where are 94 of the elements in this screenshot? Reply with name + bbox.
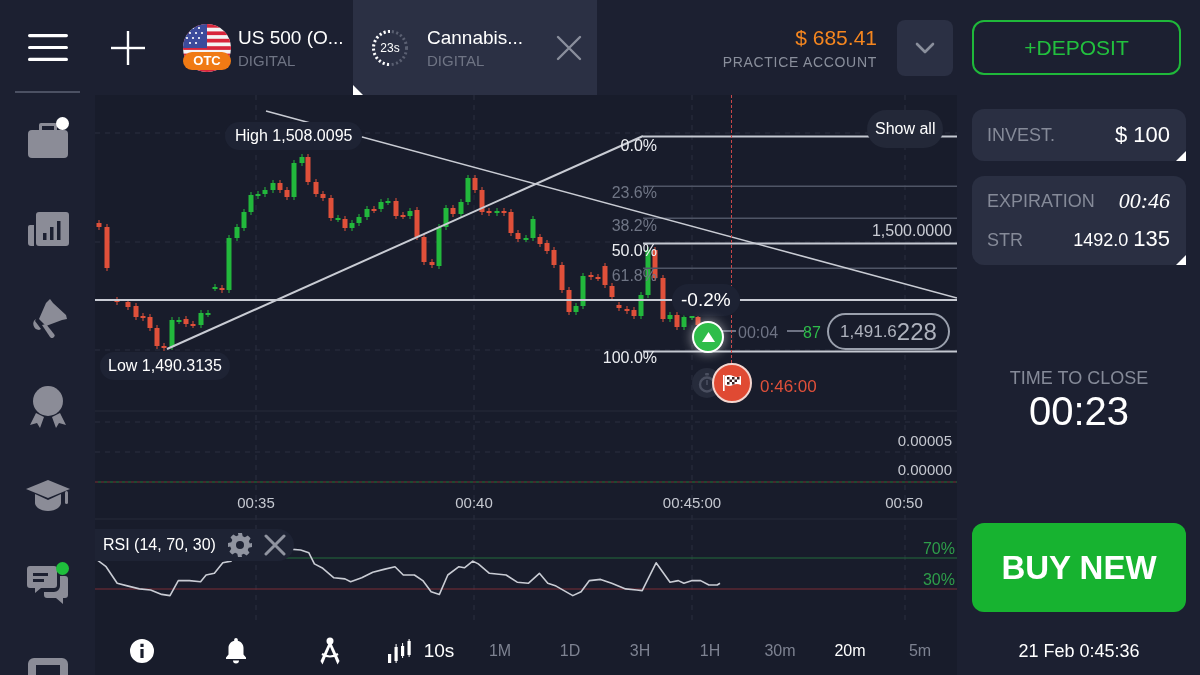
falling-candle [371, 206, 377, 213]
rising-candle [299, 154, 305, 166]
falling-candle [305, 154, 311, 185]
expiration-time: 00:46 [1118, 189, 1170, 213]
fibonacci-level-label: 38.2% [611, 216, 657, 236]
close-icon [556, 34, 582, 61]
falling-candle [328, 195, 334, 221]
timer-ring-icon [372, 29, 408, 66]
rising-candle [212, 284, 218, 291]
falling-candle [660, 275, 666, 322]
falling-candle [342, 216, 348, 231]
price-change-label: -0.2% [672, 284, 740, 316]
invest-card[interactable]: INVEST. $ 100 [972, 109, 1186, 161]
strike-label: STR [987, 228, 1023, 252]
time-to-close-value: 00:23 [1027, 389, 1131, 433]
rising-candle [667, 312, 673, 322]
falling-candle [450, 205, 456, 217]
rising-candle [291, 160, 297, 200]
asset-tab[interactable]: 23s Cannabis... DIGITAL [353, 0, 597, 95]
indicator-label: RSI (14, 70, 30) [103, 535, 216, 555]
fibonacci-level-label: 100.0% [602, 348, 657, 368]
falling-candle [96, 220, 102, 230]
briefcase-icon [27, 121, 68, 158]
falling-candle [674, 312, 680, 330]
drafting-compass-icon[interactable] [318, 637, 342, 665]
corner-triangle-icon [353, 85, 363, 95]
account-balance: $ 685.41 [795, 24, 877, 51]
expiration-card[interactable]: EXPIRATION 00:46 STR 1492.0 135 [972, 176, 1186, 265]
fibonacci-level-label: 23.6% [611, 183, 657, 203]
show-all-button[interactable]: Show all [867, 110, 944, 148]
countdown-leader-line [721, 330, 736, 332]
expiration-label: EXPIRATION [987, 190, 1095, 213]
countdown-leader-line [787, 330, 804, 332]
period-tab[interactable]: 5m [885, 640, 955, 662]
checkered-flag-marker-icon [712, 363, 752, 403]
fibonacci-level-label: 0.0% [620, 136, 657, 156]
expiry-time-text: 0:46:00 [760, 377, 817, 397]
account-type-label: PRACTICE ACCOUNT [722, 52, 877, 71]
deposit-button[interactable]: +DEPOSIT [972, 20, 1181, 75]
period-tab[interactable]: 1M [465, 640, 535, 662]
invest-amount: $ 100 [1114, 122, 1170, 148]
chart-document-icon [26, 211, 69, 246]
strike-price: 1492.0 135 [1073, 227, 1170, 252]
period-tab[interactable]: 3H [605, 640, 675, 662]
rising-candle [364, 206, 370, 220]
scale-value-label: 0.00000 [897, 460, 952, 480]
candle-interval-button[interactable]: 10s [377, 639, 465, 663]
rising-candle [681, 314, 687, 330]
period-tab[interactable]: 1D [535, 640, 605, 662]
price-level-label: 1,500.0000 [871, 221, 952, 241]
time-to-close-label: TIME TO CLOSE [1008, 367, 1150, 389]
asset-tab[interactable]: OTC US 500 (O... DIGITAL [161, 0, 353, 95]
rsi-level-label: 30% [922, 570, 955, 590]
candlestick-chart-icon [387, 639, 412, 663]
fibonacci-level-label: 50.0% [611, 241, 657, 261]
current-price-label: 1,491.6228 [827, 313, 950, 350]
falling-candle [429, 259, 435, 268]
chat-bubbles-icon [26, 564, 69, 605]
info-icon[interactable] [130, 639, 154, 663]
date-time-text: 21 Feb 0:45:36 [1017, 640, 1141, 662]
payout-percent-text: 87 [803, 323, 821, 343]
corner-triangle-icon [1176, 151, 1186, 161]
graduation-cap-icon [25, 478, 70, 513]
falling-candle [616, 302, 622, 311]
close-tab-button[interactable] [556, 34, 582, 61]
rising-candle [226, 235, 232, 293]
chevron-down-icon [915, 41, 935, 54]
falling-candle [104, 224, 110, 271]
countdown-text: 23s [380, 40, 400, 55]
bell-icon[interactable] [224, 638, 248, 664]
scale-value-label: 0.00005 [897, 431, 952, 451]
menu-icon[interactable] [27, 34, 68, 61]
period-tab[interactable]: 20m [815, 640, 885, 662]
invest-label: INVEST. [987, 124, 1056, 146]
plus-icon[interactable] [111, 30, 145, 65]
time-axis-label: 00:45:00 [662, 493, 722, 513]
falling-candle [219, 285, 225, 293]
rising-candle [270, 180, 276, 193]
period-tab[interactable]: 30m [745, 640, 815, 662]
rising-candle [407, 208, 413, 219]
rising-candle [335, 215, 341, 222]
close-icon[interactable] [263, 534, 286, 556]
time-axis-label: 00:35 [237, 493, 275, 513]
trade-countdown-text: 00:04 [738, 323, 779, 343]
time-axis-label: 00:40 [455, 493, 493, 513]
period-tab[interactable]: 1H [675, 640, 745, 662]
rising-candle [494, 208, 500, 216]
time-axis-label: 00:50 [885, 493, 923, 513]
settings-icon[interactable] [227, 533, 252, 557]
low-price-label: Low 1,490.3135 [100, 352, 230, 380]
corner-triangle-icon [1176, 255, 1186, 265]
award-medal-icon [27, 385, 68, 428]
high-price-label: High 1,508.0095 [225, 122, 363, 150]
rsi-level-label: 70% [922, 539, 955, 559]
